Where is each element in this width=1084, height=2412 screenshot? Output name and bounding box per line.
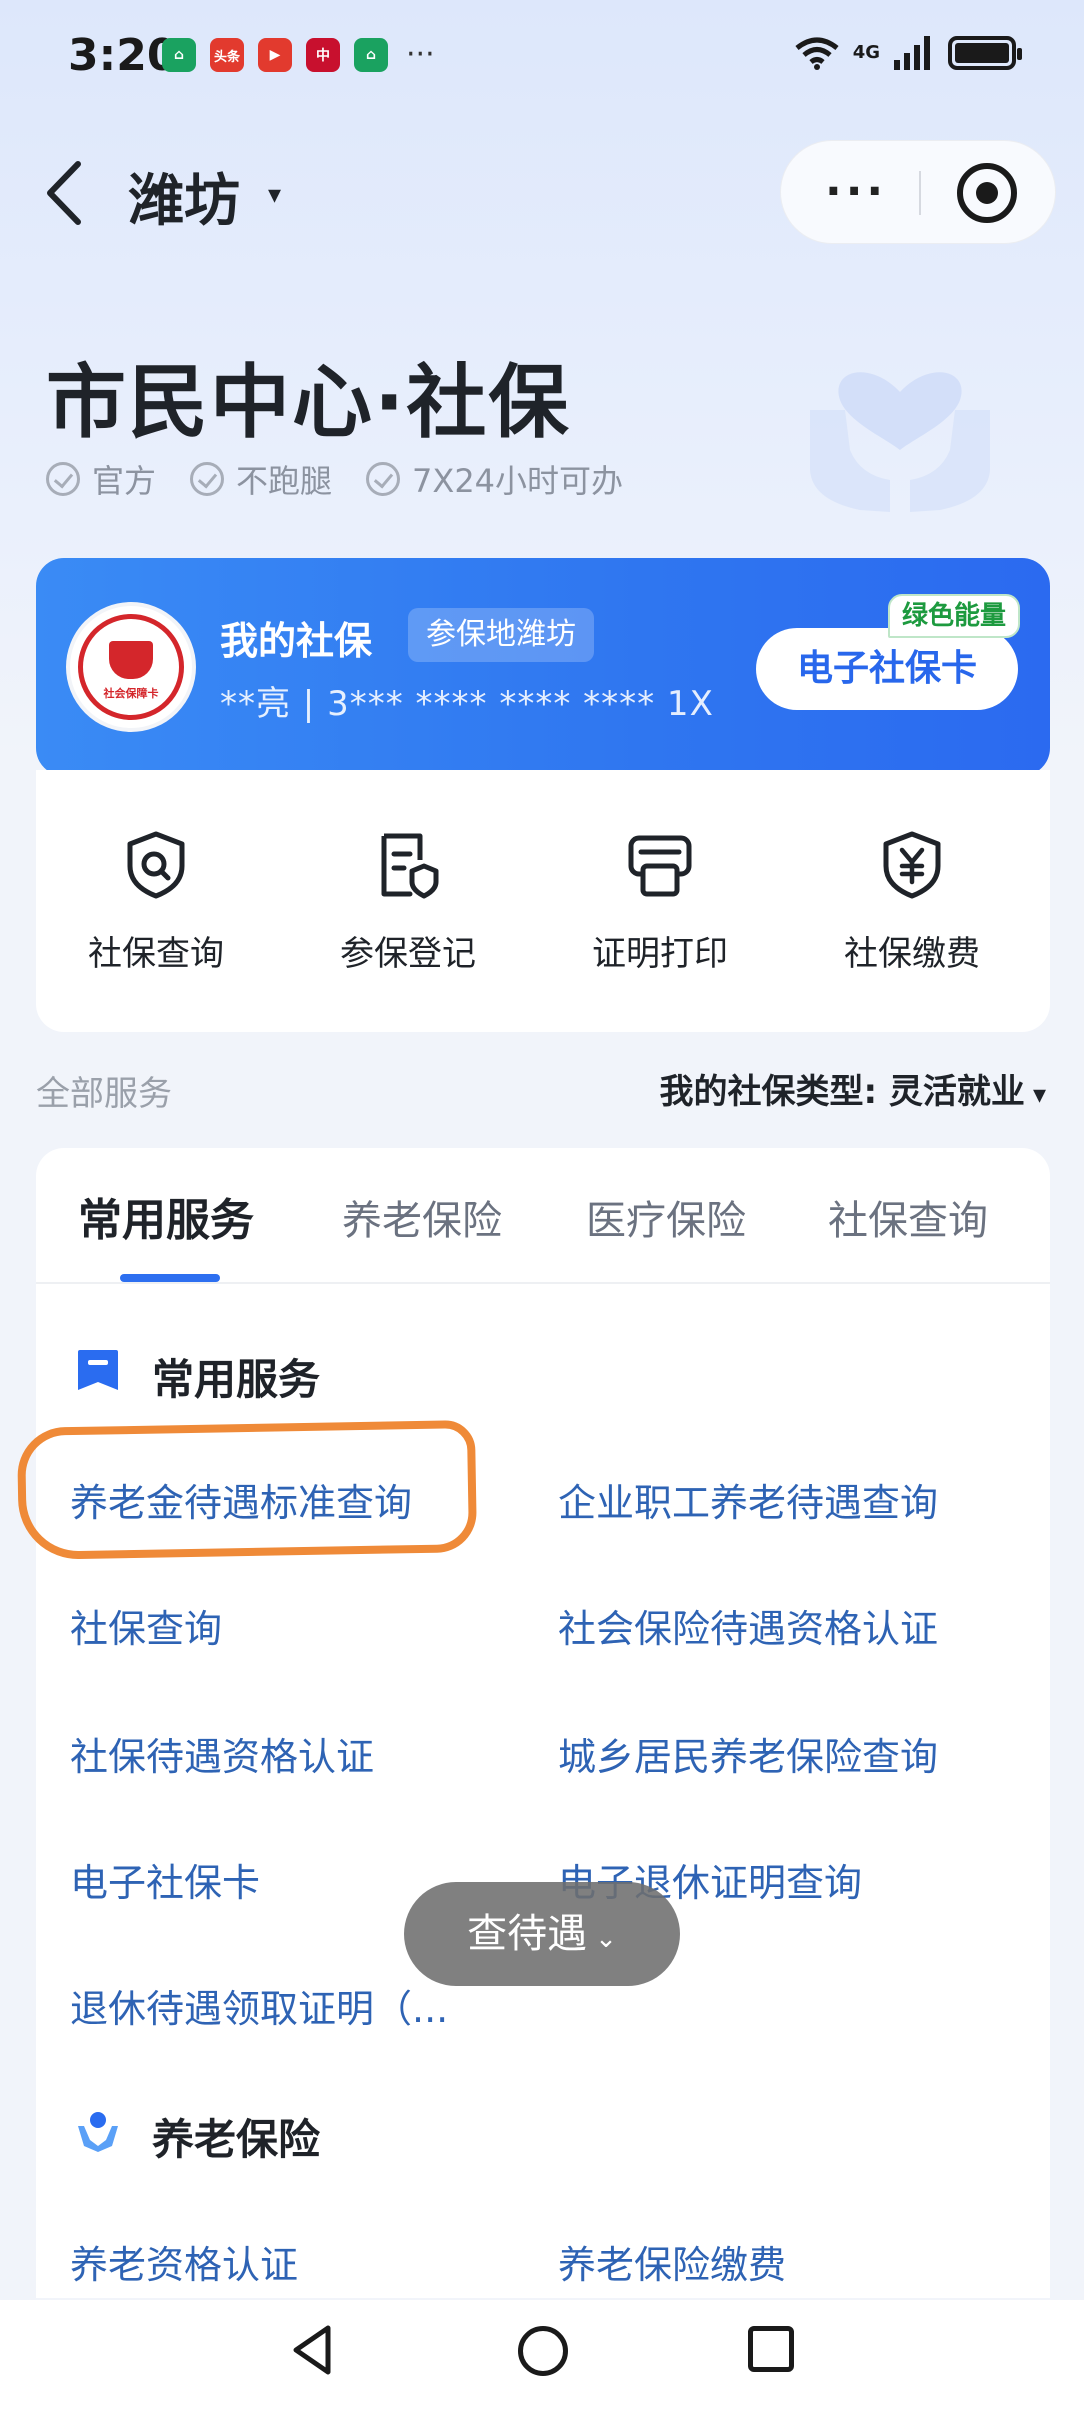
city-selector[interactable]: 潍坊 — [128, 156, 240, 237]
check-circle-icon — [366, 462, 401, 496]
close-target-icon[interactable] — [957, 163, 1017, 223]
check-circle-icon — [190, 462, 225, 496]
nav-recents-square-icon[interactable] — [748, 2326, 794, 2372]
logo-text: 社会保障卡 — [103, 687, 159, 700]
quick-action-registration[interactable]: 参保登记 — [308, 830, 508, 975]
back-arrow-icon[interactable] — [40, 158, 90, 228]
service-enterprise-pension-query[interactable]: 企业职工养老待遇查询 — [558, 1472, 938, 1527]
green-energy-badge: 绿色能量 — [888, 594, 1021, 638]
service-pension-qualification[interactable]: 养老资格认证 — [70, 2234, 298, 2289]
check-benefits-floating-button[interactable]: 查待遇 ⌄ — [404, 1882, 680, 1986]
badge-24h: 7X24小时可办 — [366, 456, 623, 502]
notif-app-green-1-icon: ⌂ — [162, 38, 196, 72]
e-social-card-button[interactable]: 电子社保卡 — [756, 628, 1018, 710]
quick-action-label: 证明打印 — [592, 934, 728, 974]
my-social-security-card[interactable]: 社会保障卡 我的社保 参保地潍坊 **亮 | 3*** **** **** **… — [36, 558, 1050, 776]
mini-program-capsule: ··· — [780, 140, 1056, 244]
badge-no-visit: 不跑腿 — [190, 456, 332, 502]
service-pension-payment[interactable]: 养老保险缴费 — [558, 2234, 786, 2289]
bookmark-icon — [78, 1350, 118, 1390]
hands-care-icon — [78, 2112, 118, 2152]
system-nav-bar — [0, 2300, 1084, 2412]
quick-action-label: 社保查询 — [88, 934, 224, 974]
notif-app-video-icon: ▶ — [258, 38, 292, 72]
tab-common-services[interactable]: 常用服务 — [78, 1184, 254, 1248]
network-type: 4G — [852, 42, 880, 63]
active-tab-indicator — [120, 1274, 220, 1282]
quick-action-certificate-print[interactable]: 证明打印 — [560, 830, 760, 975]
hands-heart-illustration-icon — [810, 372, 990, 512]
chevron-down-icon: ⌄ — [595, 1924, 617, 1954]
quick-actions: 社保查询 参保登记 证明打印 社保缴费 — [36, 770, 1050, 1032]
shield-search-icon — [127, 831, 185, 899]
printer-icon — [628, 835, 692, 897]
quick-action-si-query[interactable]: 社保查询 — [56, 830, 256, 975]
dropdown-caret-icon: ▾ — [1032, 1080, 1046, 1110]
tab-medical-insurance[interactable]: 医疗保险 — [586, 1188, 746, 1246]
document-shield-icon — [381, 833, 439, 899]
more-menu-icon[interactable]: ··· — [825, 170, 887, 214]
badge-official: 官方 — [46, 456, 156, 502]
notif-app-bank-icon: 中 — [306, 38, 340, 72]
capsule-divider — [919, 171, 921, 215]
section-title-pension: 养老保险 — [152, 2115, 321, 2164]
quick-action-label: 社保缴费 — [844, 934, 980, 974]
status-bar: 3:20 ⌂ 头条 ▶ 中 ⌂ ··· 4G — [0, 0, 1084, 110]
service-e-social-card[interactable]: 电子社保卡 — [70, 1852, 260, 1907]
notification-icons: ⌂ 头条 ▶ 中 ⌂ ··· — [162, 38, 435, 72]
check-circle-icon — [46, 462, 80, 496]
more-notifications-icon: ··· — [406, 37, 435, 72]
insurance-type-selector[interactable]: 我的社保类型: 灵活就业 ▾ — [660, 1064, 1047, 1113]
region-tag: 参保地潍坊 — [408, 608, 594, 662]
masked-id: **亮 | 3*** **** **** **** 1X — [220, 684, 714, 724]
service-panel: 常用服务 养老保险 医疗保险 社保查询 常用服务 养老金待遇标准查询 企业职工养… — [36, 1148, 1050, 2298]
section-title-common: 常用服务 — [152, 1355, 321, 1404]
service-si-benefit-cert[interactable]: 社保待遇资格认证 — [70, 1726, 374, 1781]
yen-shield-icon — [883, 831, 941, 899]
service-si-qualification-cert[interactable]: 社会保险待遇资格认证 — [558, 1598, 938, 1653]
social-security-logo: 社会保障卡 — [66, 602, 196, 732]
nav-home-circle-icon[interactable] — [518, 2326, 568, 2376]
wifi-icon — [795, 37, 839, 70]
service-retirement-benefit-cert[interactable]: 退休待遇领取证明（... — [70, 1978, 448, 2033]
highlight-annotation — [16, 1420, 478, 1560]
all-services-label: 全部服务 — [36, 1074, 172, 1114]
signal-icon — [894, 36, 930, 70]
card-title: 我的社保 — [220, 619, 373, 663]
nav-back-triangle-icon[interactable] — [290, 2324, 334, 2376]
service-urban-rural-pension-query[interactable]: 城乡居民养老保险查询 — [558, 1726, 938, 1781]
page-title: 市民中心·社保 — [46, 356, 571, 449]
tab-pension-insurance[interactable]: 养老保险 — [342, 1188, 502, 1246]
system-indicators: 4G — [795, 36, 1022, 70]
tab-si-query[interactable]: 社保查询 — [828, 1188, 988, 1246]
service-tabs: 常用服务 养老保险 医疗保险 社保查询 — [36, 1148, 1050, 1284]
city-caret-icon[interactable]: ▾ — [268, 180, 281, 210]
quick-action-payment[interactable]: 社保缴费 — [812, 830, 1012, 975]
service-si-query[interactable]: 社保查询 — [70, 1598, 222, 1653]
notif-app-toutiao-icon: 头条 — [210, 38, 244, 72]
battery-icon — [948, 36, 1022, 70]
notif-app-green-2-icon: ⌂ — [354, 38, 388, 72]
quick-action-label: 参保登记 — [340, 934, 476, 974]
feature-badges: 官方 不跑腿 7X24小时可办 — [46, 456, 623, 502]
